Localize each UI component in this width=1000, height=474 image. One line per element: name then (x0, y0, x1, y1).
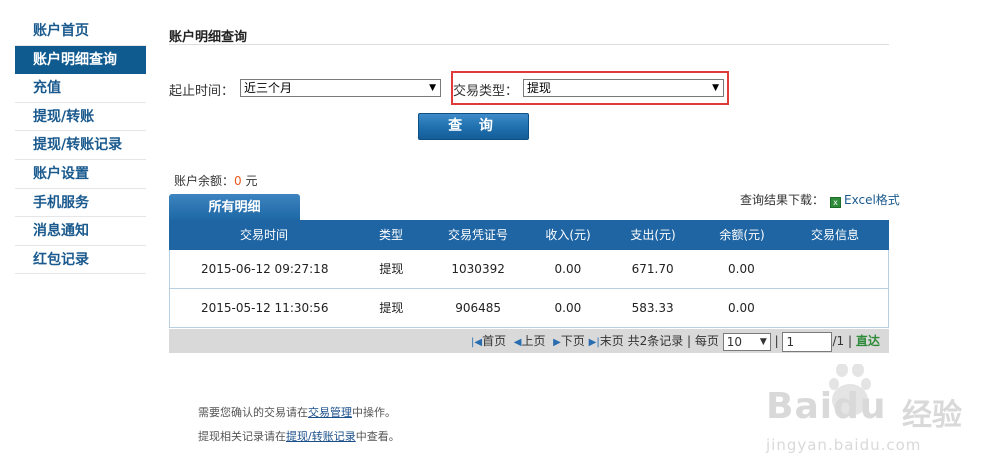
per-page-label: 每页 (694, 334, 719, 348)
chevron-down-icon: ▼ (429, 83, 436, 93)
cell-balance: 0.00 (728, 262, 755, 276)
sidebar-item-notifications[interactable]: 消息通知 (15, 217, 146, 246)
chevron-down-icon: ▼ (712, 83, 719, 93)
transaction-type-label: 交易类型： (453, 84, 519, 99)
note-text: 中操作。 (352, 406, 396, 419)
tab-all-details[interactable]: 所有明细 (169, 194, 300, 220)
page-number-input[interactable]: 1 (782, 331, 833, 352)
next-page-icon: ▶ (553, 337, 561, 348)
cell-time: 2015-05-12 11:30:56 (201, 301, 329, 315)
cell-voucher: 1030392 (451, 262, 505, 276)
cell-balance: 0.00 (728, 301, 755, 315)
last-page-button[interactable]: ▶|末页 (589, 334, 624, 348)
watermark-brand: Baidu (766, 386, 887, 427)
cell-voucher: 906485 (455, 301, 502, 315)
cell-info (780, 250, 888, 288)
withdraw-records-link[interactable]: 提现/转账记录 (286, 430, 356, 443)
table-header: 交易时间 类型 交易凭证号 收入(元) 支出(元) 余额(元) 交易信息 (169, 220, 889, 250)
note-transaction-management: 需要您确认的交易请在交易管理中操作。 (198, 404, 396, 420)
sidebar-item-red-packets[interactable]: 红包记录 (15, 246, 146, 275)
date-range-select[interactable]: 近三个月 ▼ (240, 79, 441, 97)
note-text: 中查看。 (355, 430, 400, 443)
header-type: 类型 (378, 228, 403, 242)
sidebar-item-account-home[interactable]: 账户首页 (15, 17, 146, 46)
balance-value: 0 (234, 174, 242, 188)
watermark-url: jingyan.baidu.com (766, 436, 922, 454)
pager-divider: | (774, 334, 779, 348)
record-summary: 共2条记录 (627, 334, 684, 348)
note-withdraw-records: 提现相关记录请在提现/转账记录中查看。 (198, 428, 400, 444)
download-label: 查询结果下载： (740, 193, 825, 207)
header-time: 交易时间 (239, 228, 288, 242)
table-row: 2015-06-12 09:27:18 提现 1030392 0.00 671.… (169, 250, 889, 289)
next-page-label: 下页 (560, 334, 585, 348)
cell-income: 0.00 (554, 301, 582, 315)
next-page-button[interactable]: ▶下页 (549, 334, 585, 348)
chevron-down-icon: ▼ (759, 336, 767, 347)
pagination-bar: |◀首页 ◀上页 ▶下页 ▶|末页 共2条记录 | 每页 10 ▼ | 1/1 |… (169, 329, 889, 353)
first-page-label: 首页 (482, 334, 507, 348)
table-row: 2015-05-12 11:30:56 提现 906485 0.00 583.3… (169, 289, 889, 328)
date-range-value: 近三个月 (244, 81, 293, 95)
total-pages: /1 (832, 334, 845, 348)
go-button[interactable]: 直达 (856, 334, 880, 348)
transactions-table: 交易时间 类型 交易凭证号 收入(元) 支出(元) 余额(元) 交易信息 201… (169, 220, 889, 328)
last-page-label: 末页 (599, 334, 624, 348)
pager-divider: | (847, 334, 853, 348)
first-page-icon: |◀ (471, 337, 483, 348)
balance-unit: 元 (245, 174, 258, 188)
sidebar-item-withdraw-records[interactable]: 提现/转账记录 (15, 131, 146, 160)
pagination: |◀首页 ◀上页 ▶下页 ▶|末页 共2条记录 | 每页 10 ▼ | 1/1 |… (471, 329, 880, 355)
prev-page-label: 上页 (521, 334, 546, 348)
page-title: 账户明细查询 (169, 30, 248, 45)
watermark-sub: 经验 (902, 398, 962, 433)
per-page-select[interactable]: 10 ▼ (722, 332, 771, 351)
header-expense: 支出(元) (630, 228, 676, 242)
pager-divider: | (687, 334, 692, 348)
note-text: 提现相关记录请在 (198, 430, 286, 443)
note-text: 需要您确认的交易请在 (198, 406, 308, 419)
transaction-type-select[interactable]: 提现 ▼ (523, 79, 724, 97)
excel-download-link[interactable]: Excel格式 (844, 193, 900, 207)
account-balance: 账户余额：0 元 (174, 172, 258, 189)
balance-label: 账户余额： (174, 174, 235, 188)
date-range-label: 起止时间： (169, 84, 235, 99)
baidu-jingyan-watermark: Baidu 经验 jingyan.baidu.com (762, 364, 992, 464)
header-voucher: 交易凭证号 (447, 228, 508, 242)
sidebar-item-account-detail[interactable]: 账户明细查询 (15, 45, 146, 75)
sidebar-item-account-settings[interactable]: 账户设置 (15, 160, 146, 189)
transaction-type-value: 提现 (527, 81, 552, 95)
cell-income: 0.00 (554, 262, 582, 276)
cell-info (780, 289, 888, 327)
cell-type: 提现 (379, 262, 404, 276)
cell-expense: 583.33 (631, 301, 674, 315)
header-balance: 余额(元) (719, 228, 765, 242)
title-divider (169, 44, 889, 45)
cell-type: 提现 (379, 301, 404, 315)
per-page-value: 10 (726, 334, 743, 349)
first-page-button[interactable]: |◀首页 (471, 334, 506, 348)
sidebar-item-recharge[interactable]: 充值 (15, 74, 146, 103)
query-button[interactable]: 查 询 (418, 113, 529, 140)
cell-time: 2015-06-12 09:27:18 (201, 262, 329, 276)
transaction-management-link[interactable]: 交易管理 (308, 406, 352, 419)
prev-page-button[interactable]: ◀上页 (510, 334, 546, 348)
sidebar-item-mobile-service[interactable]: 手机服务 (15, 189, 146, 218)
last-page-icon: ▶| (588, 337, 600, 348)
cell-expense: 671.70 (631, 262, 674, 276)
download-area: 查询结果下载： x Excel格式 (740, 191, 900, 208)
header-income: 收入(元) (545, 228, 591, 242)
sidebar-item-withdraw-transfer[interactable]: 提现/转账 (15, 103, 146, 132)
excel-icon: x (830, 197, 842, 208)
header-info: 交易信息 (810, 228, 859, 242)
sidebar: 账户首页 账户明细查询 充值 提现/转账 提现/转账记录 账户设置 手机服务 消… (15, 17, 146, 275)
